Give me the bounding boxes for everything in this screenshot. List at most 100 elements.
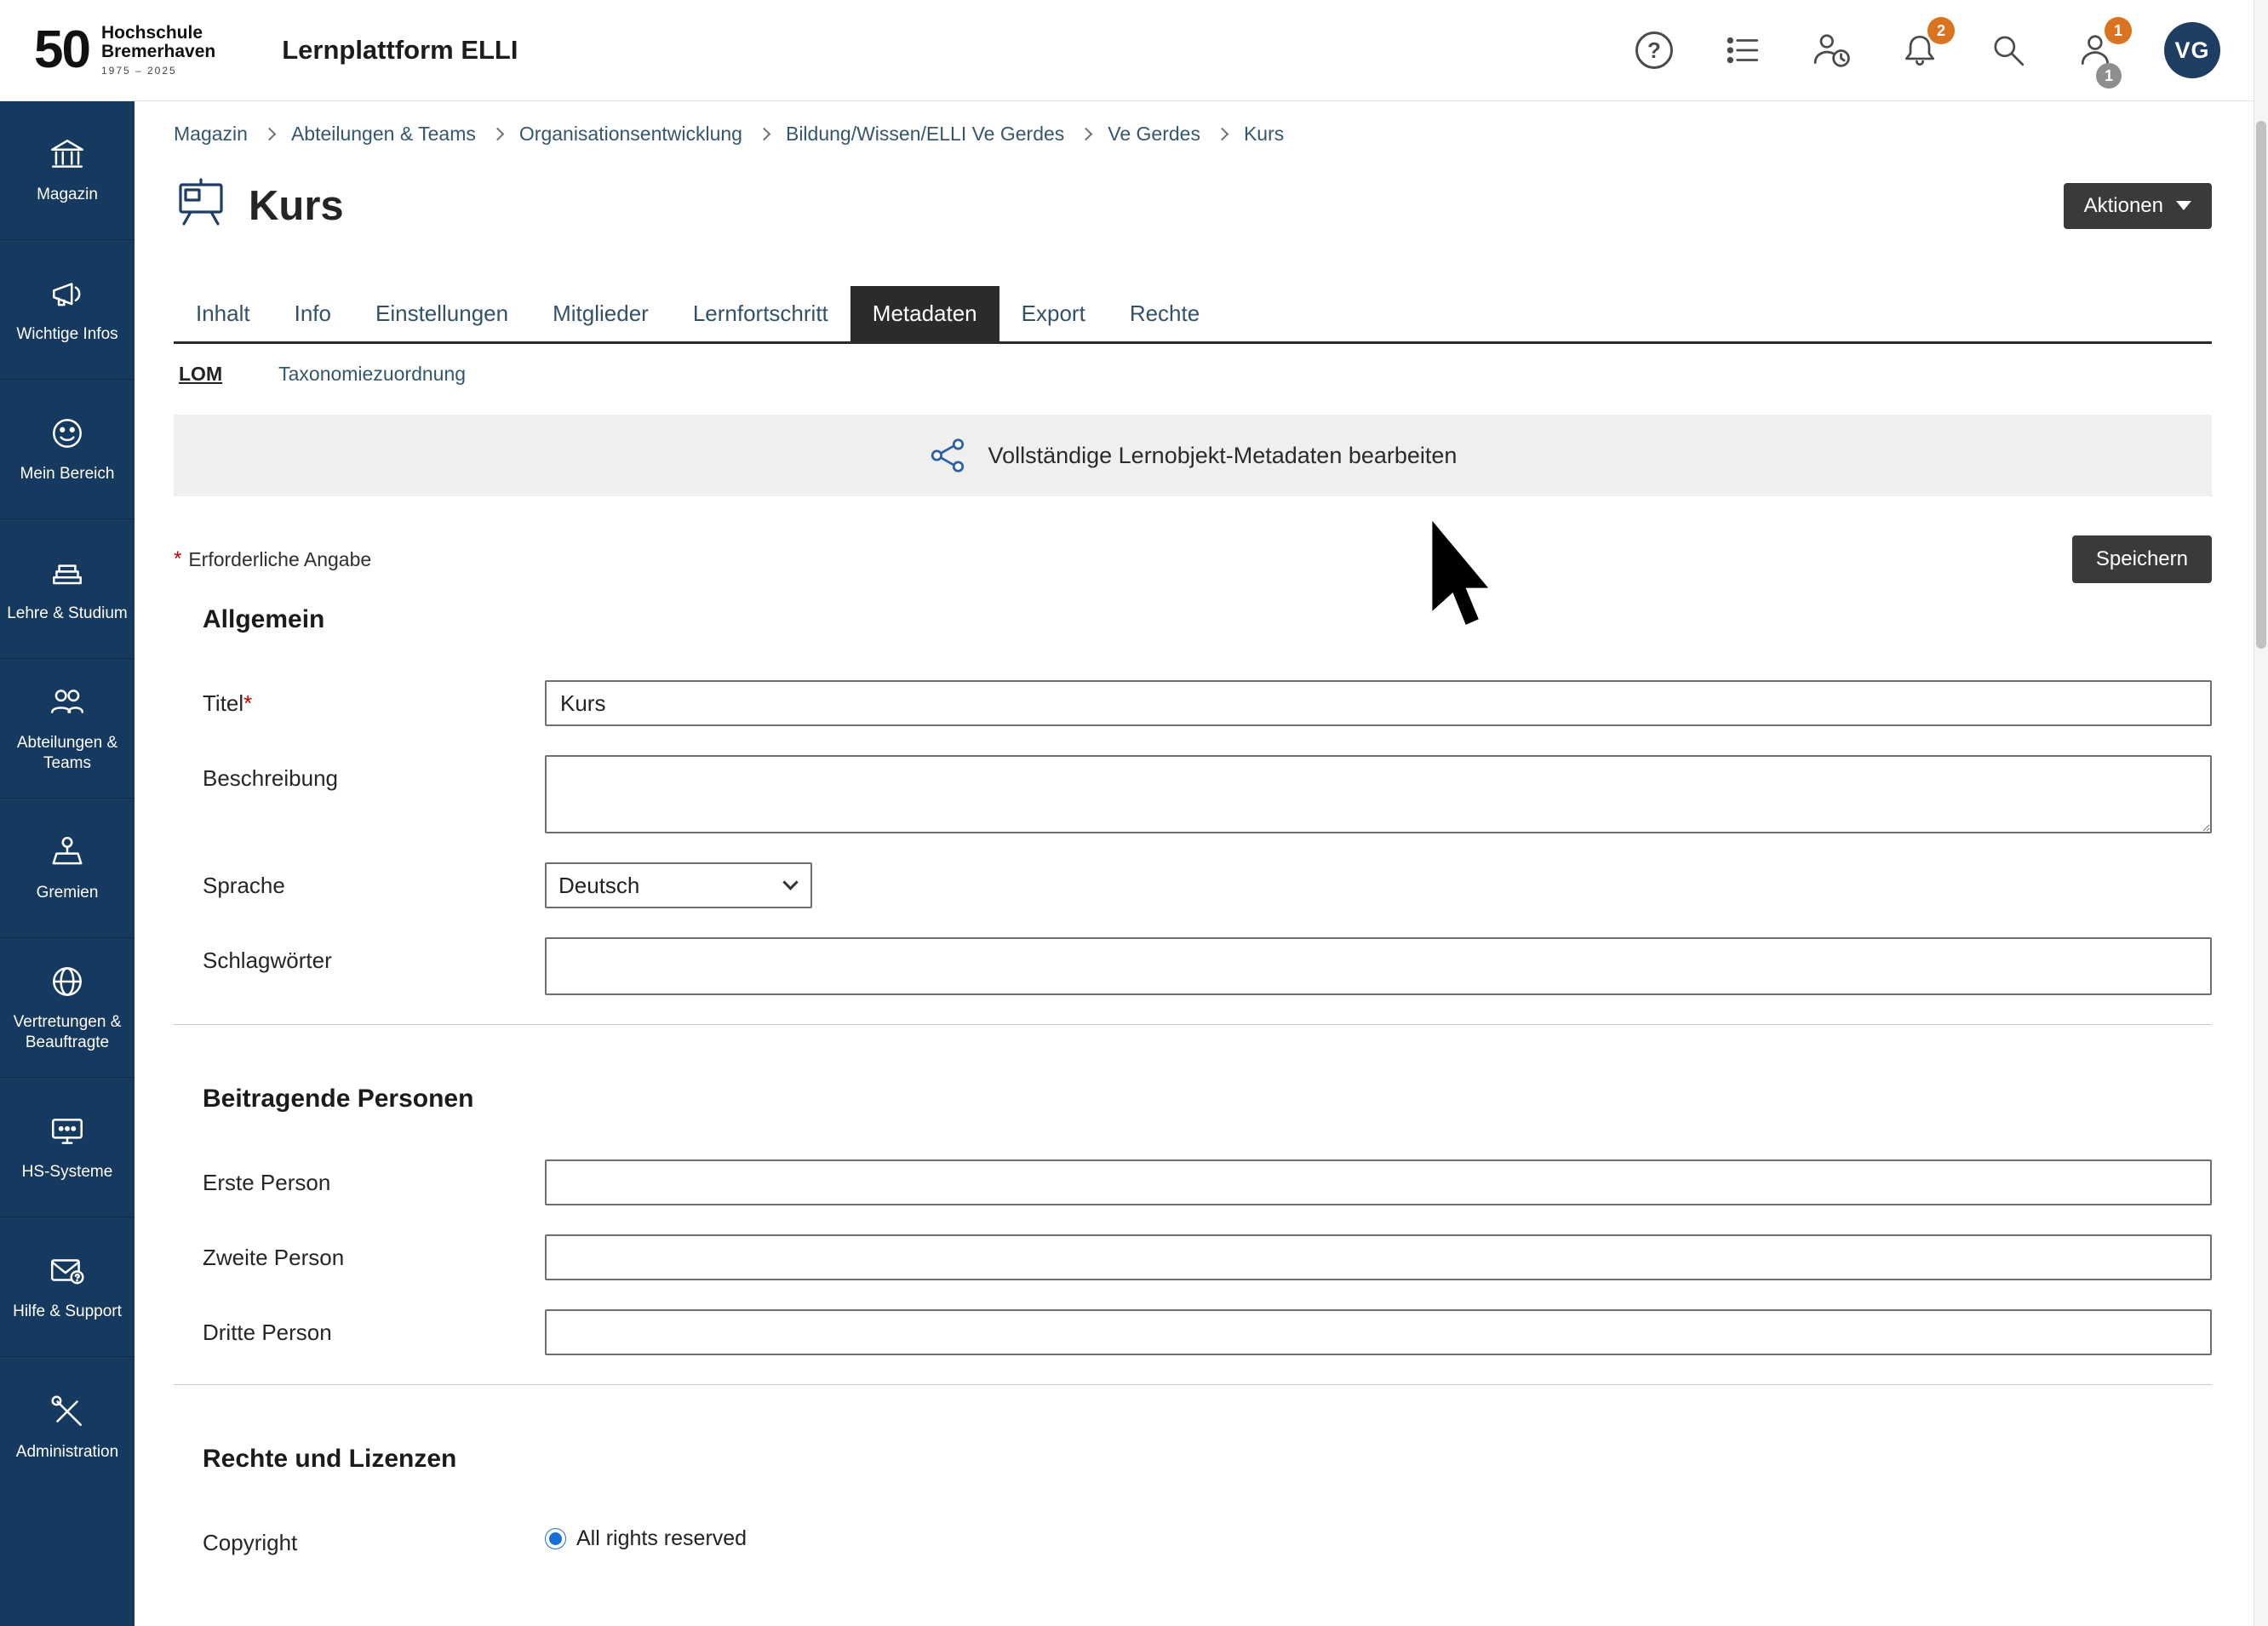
save-button[interactable]: Speichern xyxy=(2072,535,2212,583)
schlagwoerter-row: Schlagwörter xyxy=(174,937,2212,995)
sidebar-item-label: Magazin xyxy=(37,185,98,205)
sidebar-item-vertretungen[interactable]: Vertretungen & Beauftragte xyxy=(0,938,135,1078)
contacts-button[interactable]: 1 1 xyxy=(2076,29,2118,72)
full-metadata-edit-link[interactable]: Vollständige Lernobjekt-Metadaten bearbe… xyxy=(929,436,1458,475)
erste-person-input[interactable] xyxy=(545,1159,2212,1205)
lectern-icon xyxy=(48,833,87,872)
section-rechte: Rechte und Lizenzen xyxy=(174,1445,2212,1474)
tab-lernfortschritt[interactable]: Lernfortschritt xyxy=(671,286,850,341)
sidebar-item-mein-bereich[interactable]: Mein Bereich xyxy=(0,380,135,519)
section-allgemein: Allgemein xyxy=(174,605,2212,634)
tab-metadaten[interactable]: Metadaten xyxy=(850,286,999,341)
contacts-badge-bottom: 1 xyxy=(2096,63,2122,89)
sidebar-item-hilfe-support[interactable]: Hilfe & Support xyxy=(0,1217,135,1357)
actions-button[interactable]: Aktionen xyxy=(2064,183,2212,229)
dritte-person-row: Dritte Person xyxy=(174,1309,2212,1355)
search-icon xyxy=(1989,31,2028,70)
logo-name-line2: Bremerhaven xyxy=(101,43,215,61)
titel-row: Titel* xyxy=(174,680,2212,726)
task-list-button[interactable] xyxy=(1721,29,1764,72)
notification-badge: 2 xyxy=(1927,17,1955,44)
sidebar-item-label: Vertretungen & Beauftragte xyxy=(7,1012,128,1053)
schlagwoerter-input[interactable] xyxy=(545,937,2212,995)
building-icon xyxy=(48,135,87,174)
scrollbar-thumb[interactable] xyxy=(2256,121,2266,649)
tab-inhalt[interactable]: Inhalt xyxy=(174,286,272,341)
sidebar-item-label: HS-Systeme xyxy=(22,1162,113,1182)
mail-icon xyxy=(48,1251,87,1291)
subtab-lom[interactable]: LOM xyxy=(179,363,222,386)
course-board-icon xyxy=(174,176,228,235)
beschreibung-row: Beschreibung xyxy=(174,755,2212,833)
sidebar-item-hs-systeme[interactable]: HS-Systeme xyxy=(0,1078,135,1217)
copyright-row: Copyright All rights reserved xyxy=(174,1520,2212,1556)
help-icon: ? xyxy=(1635,31,1673,69)
zweite-person-row: Zweite Person xyxy=(174,1234,2212,1280)
required-marker: * xyxy=(174,547,181,571)
contacts-badge-top: 1 xyxy=(2105,17,2132,44)
sidebar-item-magazin[interactable]: Magazin xyxy=(0,100,135,240)
people-icon xyxy=(48,683,87,722)
dritte-person-label: Dritte Person xyxy=(174,1309,545,1346)
titel-input[interactable] xyxy=(545,680,2212,726)
sprache-select[interactable]: Deutsch xyxy=(545,862,812,908)
main-content: Magazin Abteilungen & Teams Organisation… xyxy=(135,100,2268,1626)
help-button[interactable]: ? xyxy=(1633,29,1675,72)
sidebar-item-wichtige-infos[interactable]: Wichtige Infos xyxy=(0,240,135,380)
sidebar-item-administration[interactable]: Administration xyxy=(0,1357,135,1497)
breadcrumb-link[interactable]: Ve Gerdes xyxy=(1108,123,1200,146)
section-divider xyxy=(174,1024,2212,1025)
copyright-radio[interactable] xyxy=(545,1528,566,1549)
tab-info[interactable]: Info xyxy=(272,286,353,341)
zweite-person-input[interactable] xyxy=(545,1234,2212,1280)
erste-person-row: Erste Person xyxy=(174,1159,2212,1205)
tab-einstellungen[interactable]: Einstellungen xyxy=(353,286,530,341)
subtab-taxonomiezuordnung[interactable]: Taxonomiezuordnung xyxy=(278,363,466,386)
breadcrumb-link[interactable]: Bildung/Wissen/ELLI Ve Gerdes xyxy=(786,123,1064,146)
chevron-right-icon xyxy=(263,128,277,141)
main-sidebar: Magazin Wichtige Infos Mein Bereich xyxy=(0,100,135,1626)
person-clock-icon xyxy=(1812,31,1851,70)
titel-required-marker: * xyxy=(243,690,252,716)
scrollbar-track[interactable] xyxy=(2254,0,2268,1626)
notifications-button[interactable]: 2 xyxy=(1899,29,1941,72)
metadata-banner: Vollständige Lernobjekt-Metadaten bearbe… xyxy=(174,415,2212,496)
breadcrumb: Magazin Abteilungen & Teams Organisation… xyxy=(174,100,2212,152)
sidebar-item-gremien[interactable]: Gremien xyxy=(0,799,135,938)
tab-export[interactable]: Export xyxy=(999,286,1108,341)
breadcrumb-link[interactable]: Kurs xyxy=(1244,123,1284,146)
sidebar-item-label: Mein Bereich xyxy=(20,464,115,484)
page-title-row: Kurs Aktionen xyxy=(174,176,2212,235)
sidebar-item-label: Administration xyxy=(16,1442,118,1463)
breadcrumb-link[interactable]: Organisationsentwicklung xyxy=(519,123,742,146)
tab-mitglieder[interactable]: Mitglieder xyxy=(530,286,671,341)
page-title: Kurs xyxy=(249,182,344,230)
section-beitragende: Beitragende Personen xyxy=(174,1085,2212,1114)
sidebar-item-abteilungen-teams[interactable]: Abteilungen & Teams xyxy=(0,659,135,799)
caret-down-icon xyxy=(2176,201,2191,210)
chevron-right-icon xyxy=(1216,128,1229,141)
sprache-label: Sprache xyxy=(174,862,545,899)
beschreibung-textarea[interactable] xyxy=(545,755,2212,833)
pending-users-button[interactable] xyxy=(1810,29,1853,72)
sprache-row: Sprache Deutsch xyxy=(174,862,2212,908)
profile-avatar[interactable]: VG xyxy=(2164,22,2220,78)
logo-name-line1: Hochschule xyxy=(101,24,215,43)
breadcrumb-link[interactable]: Abteilungen & Teams xyxy=(291,123,476,146)
books-icon xyxy=(48,553,87,593)
subtab-bar: LOM Taxonomiezuordnung xyxy=(174,344,2212,401)
form-header: * Erforderliche Angabe Speichern xyxy=(174,535,2212,583)
sidebar-item-lehre-studium[interactable]: Lehre & Studium xyxy=(0,519,135,659)
search-button[interactable] xyxy=(1987,29,2030,72)
hochschule-bremerhaven-logo: 50 Hochschule Bremerhaven 1975 – 2025 xyxy=(34,24,215,77)
titel-label: Titel* xyxy=(174,680,545,717)
chevron-right-icon xyxy=(758,128,771,141)
section-divider xyxy=(174,1384,2212,1385)
logo-text: Hochschule Bremerhaven 1975 – 2025 xyxy=(101,24,215,77)
actions-button-label: Aktionen xyxy=(2084,194,2163,218)
breadcrumb-link[interactable]: Magazin xyxy=(174,123,248,146)
tab-rechte[interactable]: Rechte xyxy=(1108,286,1222,341)
dritte-person-input[interactable] xyxy=(545,1309,2212,1355)
sidebar-item-label: Abteilungen & Teams xyxy=(7,733,128,774)
app-title: Lernplattform ELLI xyxy=(282,35,518,66)
